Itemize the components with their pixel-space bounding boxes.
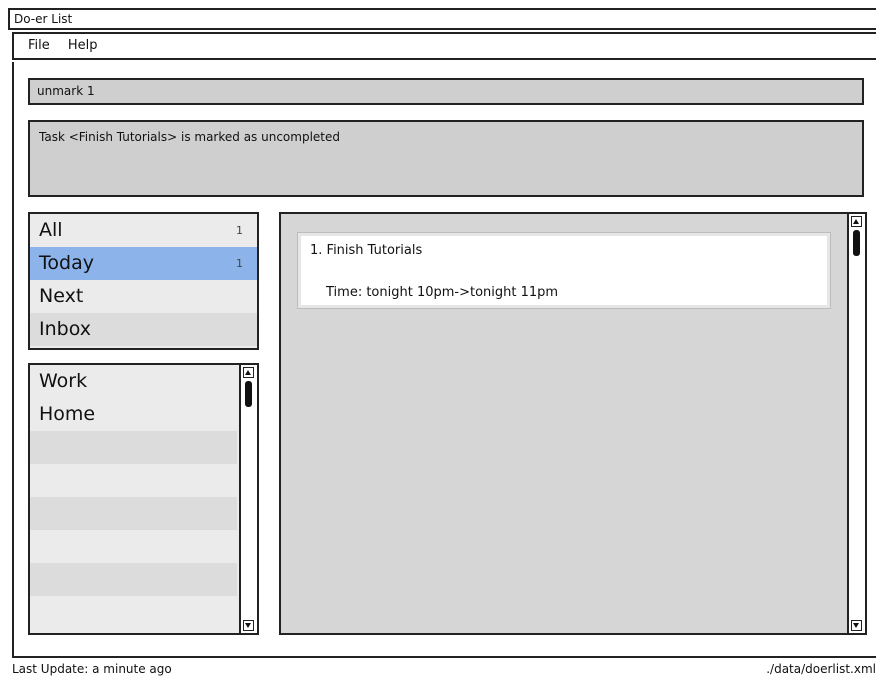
category-count: 1 xyxy=(236,257,243,270)
category-item-today[interactable]: Today 1 xyxy=(30,247,257,280)
category-item-inbox[interactable]: Inbox xyxy=(30,313,257,346)
list-item xyxy=(30,530,237,563)
menu-file[interactable]: File xyxy=(28,38,50,53)
arrow-up-icon[interactable] xyxy=(243,367,254,378)
category-item-next[interactable]: Next xyxy=(30,280,257,313)
arrow-up-icon[interactable] xyxy=(851,216,862,227)
menu-help[interactable]: Help xyxy=(68,38,98,53)
arrow-down-icon[interactable] xyxy=(243,620,254,631)
task-time: Time: tonight 10pm->tonight 11pm xyxy=(326,285,559,300)
scrollbar-thumb[interactable] xyxy=(245,381,252,407)
tag-item-home[interactable]: Home xyxy=(30,398,237,431)
last-update-status: Last Update: a minute ago xyxy=(12,662,172,676)
command-text: unmark 1 xyxy=(37,84,95,98)
category-item-all[interactable]: All 1 xyxy=(30,214,257,247)
app-window: Do-er List File Help unmark 1 Task <Fini… xyxy=(0,0,876,679)
command-input[interactable]: unmark 1 xyxy=(28,78,864,105)
category-label: All xyxy=(39,219,63,241)
feedback-text: Task <Finish Tutorials> is marked as unc… xyxy=(39,130,340,144)
window-title: Do-er List xyxy=(14,12,73,26)
list-item xyxy=(30,596,237,629)
category-label: Next xyxy=(39,285,84,307)
arrow-down-icon[interactable] xyxy=(851,620,862,631)
tag-label: Work xyxy=(39,370,88,392)
title-bar: Do-er List xyxy=(8,8,876,30)
list-item xyxy=(30,431,237,464)
scrollbar-thumb[interactable] xyxy=(853,230,860,256)
category-label: Today xyxy=(39,252,94,274)
list-item xyxy=(30,497,237,530)
menu-bar: File Help xyxy=(12,32,876,60)
tag-list: Work Home xyxy=(28,363,259,635)
task-list-panel: 1. Finish Tutorials Time: tonight 10pm->… xyxy=(279,212,867,635)
file-path-status: ./data/doerlist.xml xyxy=(766,662,876,676)
category-count: 1 xyxy=(236,224,243,237)
category-label: Inbox xyxy=(39,318,91,340)
task-list-scrollbar[interactable] xyxy=(847,214,865,633)
feedback-display: Task <Finish Tutorials> is marked as unc… xyxy=(28,120,864,197)
tag-list-scrollbar[interactable] xyxy=(239,365,257,633)
task-card[interactable]: 1. Finish Tutorials Time: tonight 10pm->… xyxy=(297,232,831,309)
tag-label: Home xyxy=(39,403,96,425)
list-item xyxy=(30,563,237,596)
list-item xyxy=(30,464,237,497)
category-list: All 1 Today 1 Next Inbox xyxy=(28,212,259,350)
tag-item-work[interactable]: Work xyxy=(30,365,237,398)
status-bar: Last Update: a minute ago ./data/doerlis… xyxy=(8,660,876,679)
task-title: 1. Finish Tutorials xyxy=(310,243,423,258)
